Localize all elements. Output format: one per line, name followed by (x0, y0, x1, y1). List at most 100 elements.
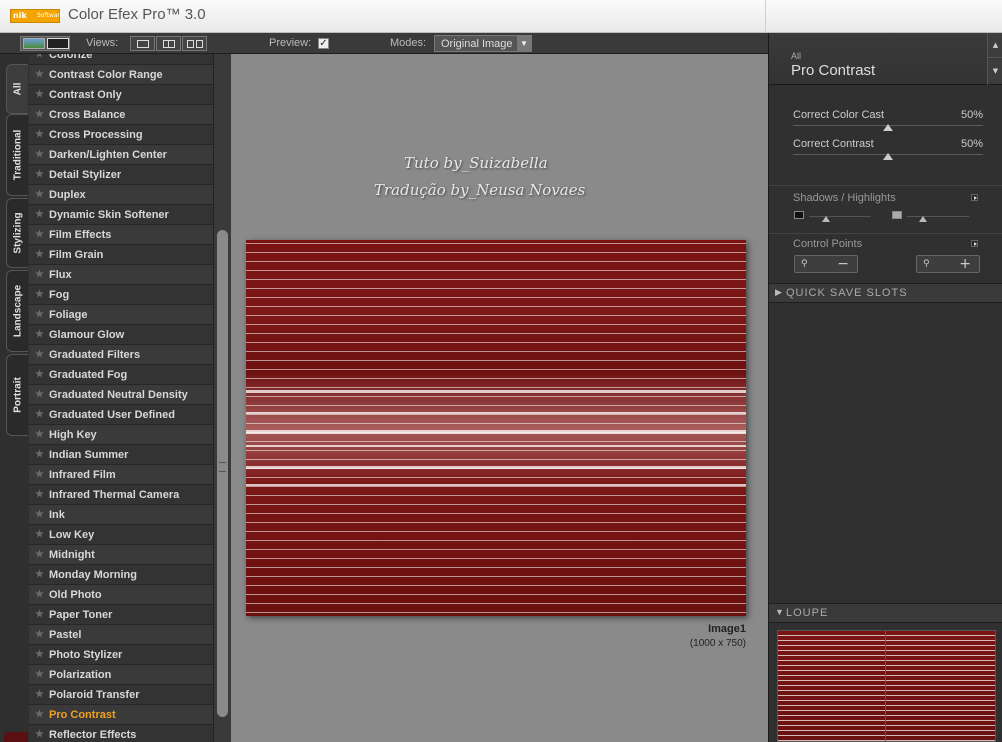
highlights-thumb[interactable] (919, 216, 927, 222)
star-icon[interactable]: ★ (35, 54, 44, 65)
filter-item[interactable]: ★ Photo Stylizer (29, 645, 213, 665)
loupe-view[interactable] (777, 630, 996, 742)
filter-item[interactable]: ★ Infrared Film (29, 465, 213, 485)
filter-item[interactable]: ★ Fog (29, 285, 213, 305)
thumbnail-view-icon[interactable] (23, 38, 45, 49)
chevron-up-icon[interactable]: ▲ (988, 33, 1002, 58)
filter-item[interactable]: ★ Graduated Neutral Density (29, 385, 213, 405)
filter-item[interactable]: ★ Cross Processing (29, 125, 213, 145)
remove-control-point-button[interactable]: ⚲ − (794, 255, 858, 273)
slider-correct-contrast[interactable]: Correct Contrast 50% (793, 138, 983, 166)
tab-all[interactable]: All (6, 64, 28, 114)
preview-image[interactable] (246, 240, 746, 616)
star-icon[interactable]: ★ (35, 125, 44, 145)
layout-toggle[interactable] (20, 36, 70, 51)
star-icon[interactable]: ★ (35, 365, 44, 385)
star-icon[interactable]: ★ (35, 605, 44, 625)
star-icon[interactable]: ★ (35, 385, 44, 405)
filter-item[interactable]: ★ Glamour Glow (29, 325, 213, 345)
filter-item[interactable]: ★ Ink (29, 505, 213, 525)
star-icon[interactable]: ★ (35, 465, 44, 485)
filter-item[interactable]: ★ Graduated Fog (29, 365, 213, 385)
modes-select[interactable]: Original Image ▼ (434, 35, 532, 52)
slider-thumb[interactable] (883, 153, 893, 160)
tab-portrait[interactable]: Portrait (6, 354, 28, 436)
filter-item[interactable]: ★ Reflector Effects (29, 725, 213, 742)
star-icon[interactable]: ★ (35, 585, 44, 605)
star-icon[interactable]: ★ (35, 245, 44, 265)
star-icon[interactable]: ★ (35, 565, 44, 585)
shadows-thumb[interactable] (822, 216, 830, 222)
filter-item[interactable]: ★ Monday Morning (29, 565, 213, 585)
filter-stepper[interactable]: ▲ ▼ (987, 33, 1002, 85)
favorites-tab-corner[interactable] (4, 732, 28, 742)
split-view-button[interactable] (156, 36, 181, 51)
filter-item[interactable]: ★ Indian Summer (29, 445, 213, 465)
filter-item[interactable]: ★ Darken/Lighten Center (29, 145, 213, 165)
filter-item[interactable]: ★ Contrast Color Range (29, 65, 213, 85)
loupe-header[interactable]: ▼ LOUPE (769, 603, 1002, 623)
expand-control-points-icon[interactable] (971, 240, 978, 247)
filter-item[interactable]: ★ Low Key (29, 525, 213, 545)
highlights-track[interactable] (907, 216, 969, 217)
star-icon[interactable]: ★ (35, 325, 44, 345)
filter-item[interactable]: ★ Polaroid Transfer (29, 685, 213, 705)
star-icon[interactable]: ★ (35, 485, 44, 505)
filter-item[interactable]: ★ Colorize (29, 54, 213, 65)
quick-save-slots-header[interactable]: ▶ QUICK SAVE SLOTS (769, 283, 1002, 303)
filter-item[interactable]: ★ Infrared Thermal Camera (29, 485, 213, 505)
star-icon[interactable]: ★ (35, 165, 44, 185)
filter-item[interactable]: ★ Dynamic Skin Softener (29, 205, 213, 225)
side-by-side-view-button[interactable] (182, 36, 207, 51)
filter-item[interactable]: ★ Foliage (29, 305, 213, 325)
tab-landscape[interactable]: Landscape (6, 270, 28, 352)
filter-item[interactable]: ★ Contrast Only (29, 85, 213, 105)
chevron-down-icon[interactable]: ▼ (988, 59, 1002, 84)
filter-item[interactable]: ★ High Key (29, 425, 213, 445)
filter-item[interactable]: ★ Film Grain (29, 245, 213, 265)
filter-item[interactable]: ★ Polarization (29, 665, 213, 685)
star-icon[interactable]: ★ (35, 405, 44, 425)
star-icon[interactable]: ★ (35, 105, 44, 125)
star-icon[interactable]: ★ (35, 185, 44, 205)
filter-item[interactable]: ★ Pro Contrast (29, 705, 213, 725)
star-icon[interactable]: ★ (35, 645, 44, 665)
star-icon[interactable]: ★ (35, 505, 44, 525)
star-icon[interactable]: ★ (35, 625, 44, 645)
filter-item[interactable]: ★ Film Effects (29, 225, 213, 245)
filter-list-scrollbar[interactable] (213, 54, 231, 742)
star-icon[interactable]: ★ (35, 525, 44, 545)
list-view-icon[interactable] (47, 38, 69, 49)
filter-item[interactable]: ★ Pastel (29, 625, 213, 645)
star-icon[interactable]: ★ (35, 665, 44, 685)
slider-thumb[interactable] (883, 124, 893, 131)
filter-item[interactable]: ★ Midnight (29, 545, 213, 565)
chevron-down-icon[interactable]: ▼ (517, 36, 531, 51)
filter-item[interactable]: ★ Graduated User Defined (29, 405, 213, 425)
star-icon[interactable]: ★ (35, 65, 44, 85)
star-icon[interactable]: ★ (35, 305, 44, 325)
tab-stylizing[interactable]: Stylizing (6, 198, 28, 268)
filter-item[interactable]: ★ Cross Balance (29, 105, 213, 125)
filter-item[interactable]: ★ Graduated Filters (29, 345, 213, 365)
star-icon[interactable]: ★ (35, 545, 44, 565)
filter-item[interactable]: ★ Old Photo (29, 585, 213, 605)
star-icon[interactable]: ★ (35, 685, 44, 705)
shadows-track[interactable] (809, 216, 871, 217)
star-icon[interactable]: ★ (35, 265, 44, 285)
star-icon[interactable]: ★ (35, 225, 44, 245)
add-control-point-button[interactable]: ⚲ + (916, 255, 980, 273)
star-icon[interactable]: ★ (35, 425, 44, 445)
star-icon[interactable]: ★ (35, 205, 44, 225)
expand-shadows-icon[interactable] (971, 194, 978, 201)
star-icon[interactable]: ★ (35, 725, 44, 742)
slider-correct-color-cast[interactable]: Correct Color Cast 50% (793, 109, 983, 137)
single-view-button[interactable] (130, 36, 155, 51)
tab-traditional[interactable]: Traditional (6, 114, 28, 196)
star-icon[interactable]: ★ (35, 285, 44, 305)
star-icon[interactable]: ★ (35, 85, 44, 105)
filter-item[interactable]: ★ Detail Stylizer (29, 165, 213, 185)
scrollbar-thumb[interactable] (217, 230, 228, 717)
filter-item[interactable]: ★ Duplex (29, 185, 213, 205)
preview-checkbox[interactable]: ✓ (318, 38, 329, 49)
